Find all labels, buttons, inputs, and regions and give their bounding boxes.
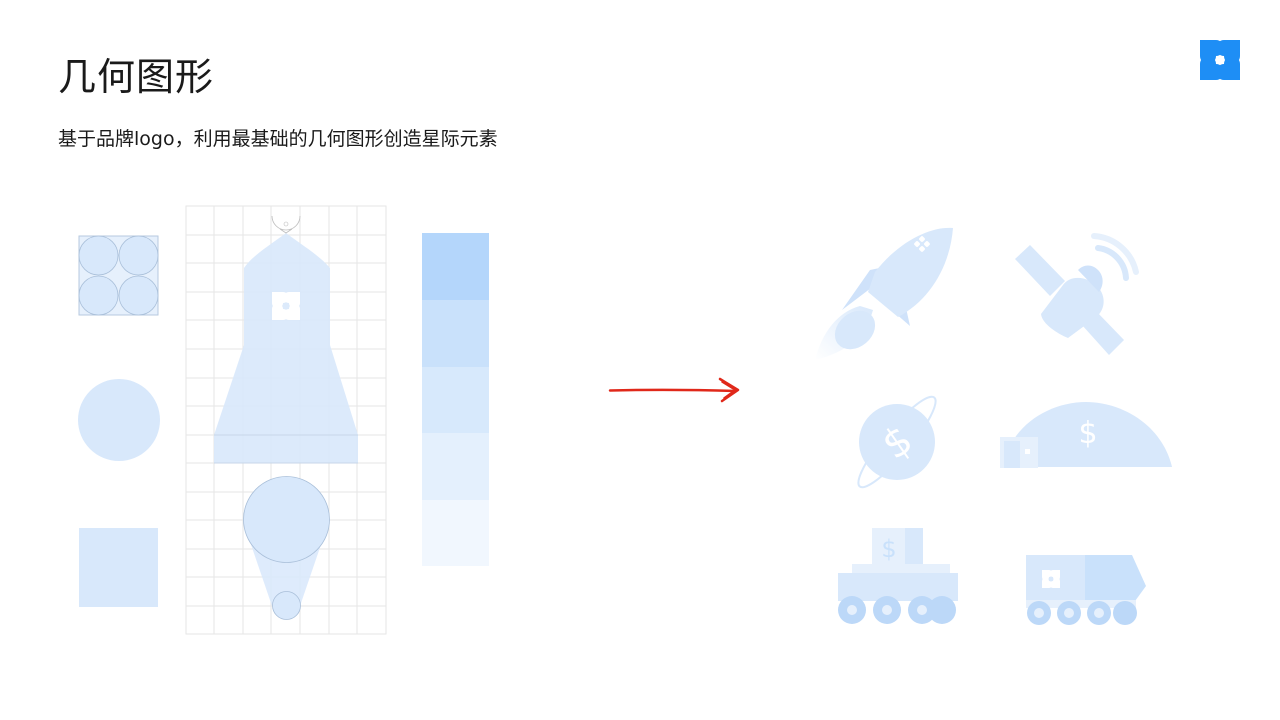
svg-text:$: $ [1078,416,1097,451]
satellite-icon [1015,233,1139,355]
svg-text:$: $ [881,535,896,563]
truck-rover-icon [1026,555,1146,625]
blue-tint-swatches [422,233,489,633]
planet-coin-icon: $ [857,395,937,489]
rocket-construction-grid [185,205,387,635]
red-arrow-icon [608,377,740,403]
dome-base-icon: $ [1000,402,1172,468]
four-circles-icon [78,235,159,316]
coin-rover-icon: $ [838,528,958,624]
rocket-icon [815,227,953,360]
square-icon [79,528,158,607]
circle-icon [78,379,160,461]
illustration-canvas: $ $ $ [78,205,1172,635]
